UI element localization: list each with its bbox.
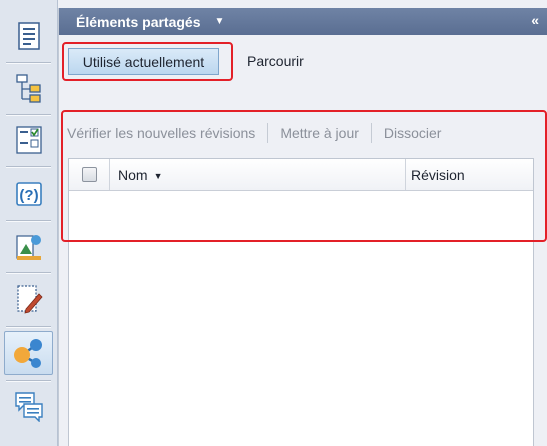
hierarchy-icon[interactable]	[4, 66, 53, 110]
comments-icon[interactable]	[4, 384, 53, 428]
edit-document-icon[interactable]	[4, 277, 53, 321]
column-name-label: Nom	[118, 166, 148, 183]
collapse-panel-icon[interactable]: «	[531, 12, 539, 28]
shared-elements-panel: Éléments partagés ▼ « Utilisé actuelleme…	[58, 8, 547, 446]
document-outline-icon[interactable]	[4, 14, 53, 58]
help-query-icon[interactable]: (?)	[4, 172, 53, 216]
column-header-name[interactable]: Nom ▼	[118, 159, 162, 190]
select-all-column	[69, 159, 110, 190]
action-separator	[267, 123, 269, 143]
action-bar: Vérifier les nouvelles révisions Mettre …	[67, 120, 537, 146]
update-button[interactable]: Mettre à jour	[280, 125, 359, 141]
column-divider[interactable]	[405, 159, 406, 190]
unlink-button[interactable]: Dissocier	[384, 125, 442, 141]
column-header-revision[interactable]: Révision	[411, 159, 465, 190]
tab-browse[interactable]: Parcourir	[247, 53, 304, 69]
title-dropdown-icon[interactable]: ▼	[215, 16, 225, 27]
form-checklist-icon[interactable]	[4, 118, 53, 162]
panel-title: Éléments partagés	[76, 13, 201, 30]
svg-text:(?): (?)	[19, 187, 38, 204]
panel-header: Éléments partagés ▼ «	[59, 8, 547, 35]
list-header: Nom ▼ Révision	[69, 159, 533, 191]
left-toolbar: (?)	[0, 0, 58, 446]
sort-descending-icon: ▼	[153, 170, 163, 181]
tab-currently-used[interactable]: Utilisé actuellement	[68, 48, 219, 75]
shared-elements-icon[interactable]	[4, 331, 53, 375]
action-separator	[370, 123, 372, 143]
check-revisions-button[interactable]: Vérifier les nouvelles révisions	[67, 125, 255, 141]
shared-elements-list: Nom ▼ Révision	[68, 158, 534, 446]
chart-publish-icon[interactable]	[4, 224, 53, 268]
select-all-checkbox[interactable]	[81, 167, 97, 182]
column-revision-label: Révision	[411, 166, 465, 183]
